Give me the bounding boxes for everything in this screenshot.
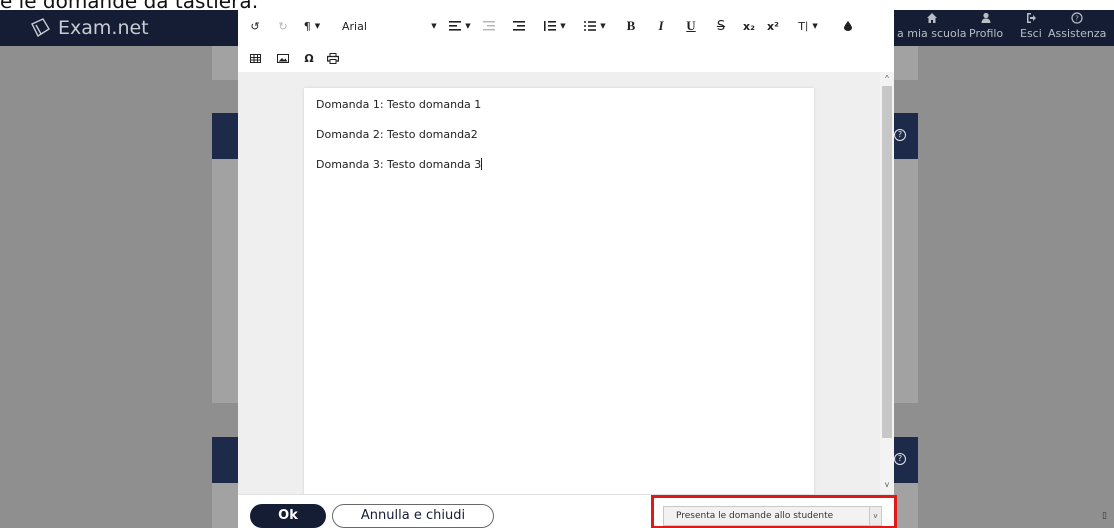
bullet-list-dropdown[interactable]: ▼: [580, 16, 610, 36]
editor-page[interactable]: Domanda 1: Testo domanda 1 Domanda 2: Te…: [304, 88, 814, 494]
special-character-button[interactable]: Ω: [302, 48, 316, 68]
corner-glyph-icon: ▯: [1102, 511, 1107, 521]
highlight-box: [651, 495, 897, 528]
nav-label-school: a mia scuola: [897, 27, 967, 40]
nav-item-logout[interactable]: Esci: [1020, 12, 1042, 40]
print-button[interactable]: [326, 48, 340, 68]
chevron-down-icon: ▼: [600, 22, 606, 30]
question-line-3-text: Domanda 3: Testo domanda 3: [316, 158, 482, 171]
subscript-button[interactable]: x₂: [740, 16, 758, 36]
scrollbar-thumb[interactable]: [882, 86, 892, 438]
bg-card2-body-left: [212, 483, 238, 528]
indent-button[interactable]: [512, 16, 526, 36]
page-caption: e le domande da tastiera:: [0, 0, 258, 10]
text-cursor: [481, 158, 483, 170]
bullet-list-icon: [584, 21, 597, 31]
editor-toolbar: ↺ ↻ ¶ ▼ Arial ▼ ▼ ▼ ▼ B I U S x₂ x² T | ▼: [238, 10, 894, 72]
font-family-dropdown[interactable]: Arial: [342, 16, 442, 36]
bg-card-top-right: [894, 46, 918, 80]
chevron-down-icon: ▼: [465, 22, 471, 30]
user-icon: [981, 12, 991, 23]
droplet-icon: [844, 21, 852, 31]
ok-button[interactable]: Ok: [250, 504, 326, 528]
align-dropdown[interactable]: ▼: [446, 16, 474, 36]
align-left-icon: [449, 21, 462, 31]
numbered-list-dropdown[interactable]: ▼: [540, 16, 570, 36]
indent-icon: [513, 21, 525, 31]
card2-help-icon[interactable]: ?: [894, 453, 906, 465]
editor-canvas: Domanda 1: Testo domanda 1 Domanda 2: Te…: [238, 72, 880, 494]
font-name: Arial: [342, 19, 367, 33]
bg-card-body-right: [894, 159, 918, 403]
editor-scrollbar[interactable]: ^ v: [880, 72, 894, 494]
bg-card-top-left: [212, 46, 238, 80]
outdent-icon: [483, 21, 495, 31]
superscript-button[interactable]: x²: [764, 16, 782, 36]
table-icon: [249, 53, 261, 63]
chevron-down-icon: ▼: [314, 22, 321, 30]
svg-text:?: ?: [1075, 15, 1079, 23]
question-line-3[interactable]: Domanda 3: Testo domanda 3: [316, 158, 483, 171]
paragraph-format-dropdown[interactable]: ¶ ▼: [298, 16, 326, 36]
chevron-down-icon: ▼: [560, 22, 566, 30]
nav-item-profile[interactable]: Profilo: [969, 12, 1003, 40]
paragraph-icon: ¶: [303, 19, 311, 33]
text-format-dropdown[interactable]: T | ▼: [794, 16, 822, 36]
bg-card2-body-right: [894, 483, 918, 528]
nav-label-logout: Esci: [1020, 27, 1042, 40]
question-line-1[interactable]: Domanda 1: Testo domanda 1: [316, 98, 481, 111]
modal-footer: Ok Annulla e chiudi Presenta le domande …: [238, 494, 897, 528]
text-color-button[interactable]: [842, 16, 854, 36]
chevron-down-icon[interactable]: ▼: [428, 16, 440, 36]
scroll-up-arrow-icon[interactable]: ^: [882, 74, 892, 84]
logout-icon: [1026, 13, 1036, 23]
page-caption-strip: e le domande da tastiera:: [0, 0, 1114, 10]
insert-table-button[interactable]: [248, 48, 262, 68]
text-format-icon: T: [798, 19, 805, 33]
bold-button[interactable]: B: [624, 16, 638, 36]
outdent-button[interactable]: [482, 16, 496, 36]
home-icon: [926, 13, 937, 23]
question-editor-modal: ↺ ↻ ¶ ▼ Arial ▼ ▼ ▼ ▼ B I U S x₂ x² T | ▼: [238, 10, 897, 528]
question-line-2[interactable]: Domanda 2: Testo domanda2: [316, 128, 478, 141]
underline-button[interactable]: U: [684, 16, 698, 36]
nav-label-profile: Profilo: [969, 27, 1004, 40]
printer-icon: [327, 52, 339, 64]
bg-card2-header-left: [212, 437, 238, 483]
image-icon: [277, 53, 289, 63]
scroll-down-arrow-icon[interactable]: v: [882, 480, 892, 490]
nav-item-school[interactable]: a mia scuola: [897, 12, 967, 40]
bg-card-body-left: [212, 159, 238, 403]
exam-logo-icon: [31, 18, 50, 38]
nav-label-help: Assistenza: [1048, 27, 1107, 40]
undo-button[interactable]: ↺: [248, 16, 262, 36]
redo-button[interactable]: ↻: [276, 16, 290, 36]
strikethrough-button[interactable]: S: [714, 16, 728, 36]
brand[interactable]: Exam.net: [30, 13, 149, 43]
cancel-and-close-button[interactable]: Annulla e chiudi: [332, 504, 494, 528]
nav-item-help[interactable]: ? Assistenza: [1048, 12, 1106, 40]
italic-button[interactable]: I: [654, 16, 668, 36]
insert-image-button[interactable]: [276, 48, 290, 68]
brand-name: Exam.net: [58, 17, 149, 39]
chevron-down-icon: ▼: [812, 22, 818, 30]
numbered-list-icon: [544, 21, 557, 31]
help-icon: ?: [1071, 12, 1083, 24]
bg-card-header-left: [212, 113, 238, 159]
card-help-icon[interactable]: ?: [894, 129, 906, 141]
